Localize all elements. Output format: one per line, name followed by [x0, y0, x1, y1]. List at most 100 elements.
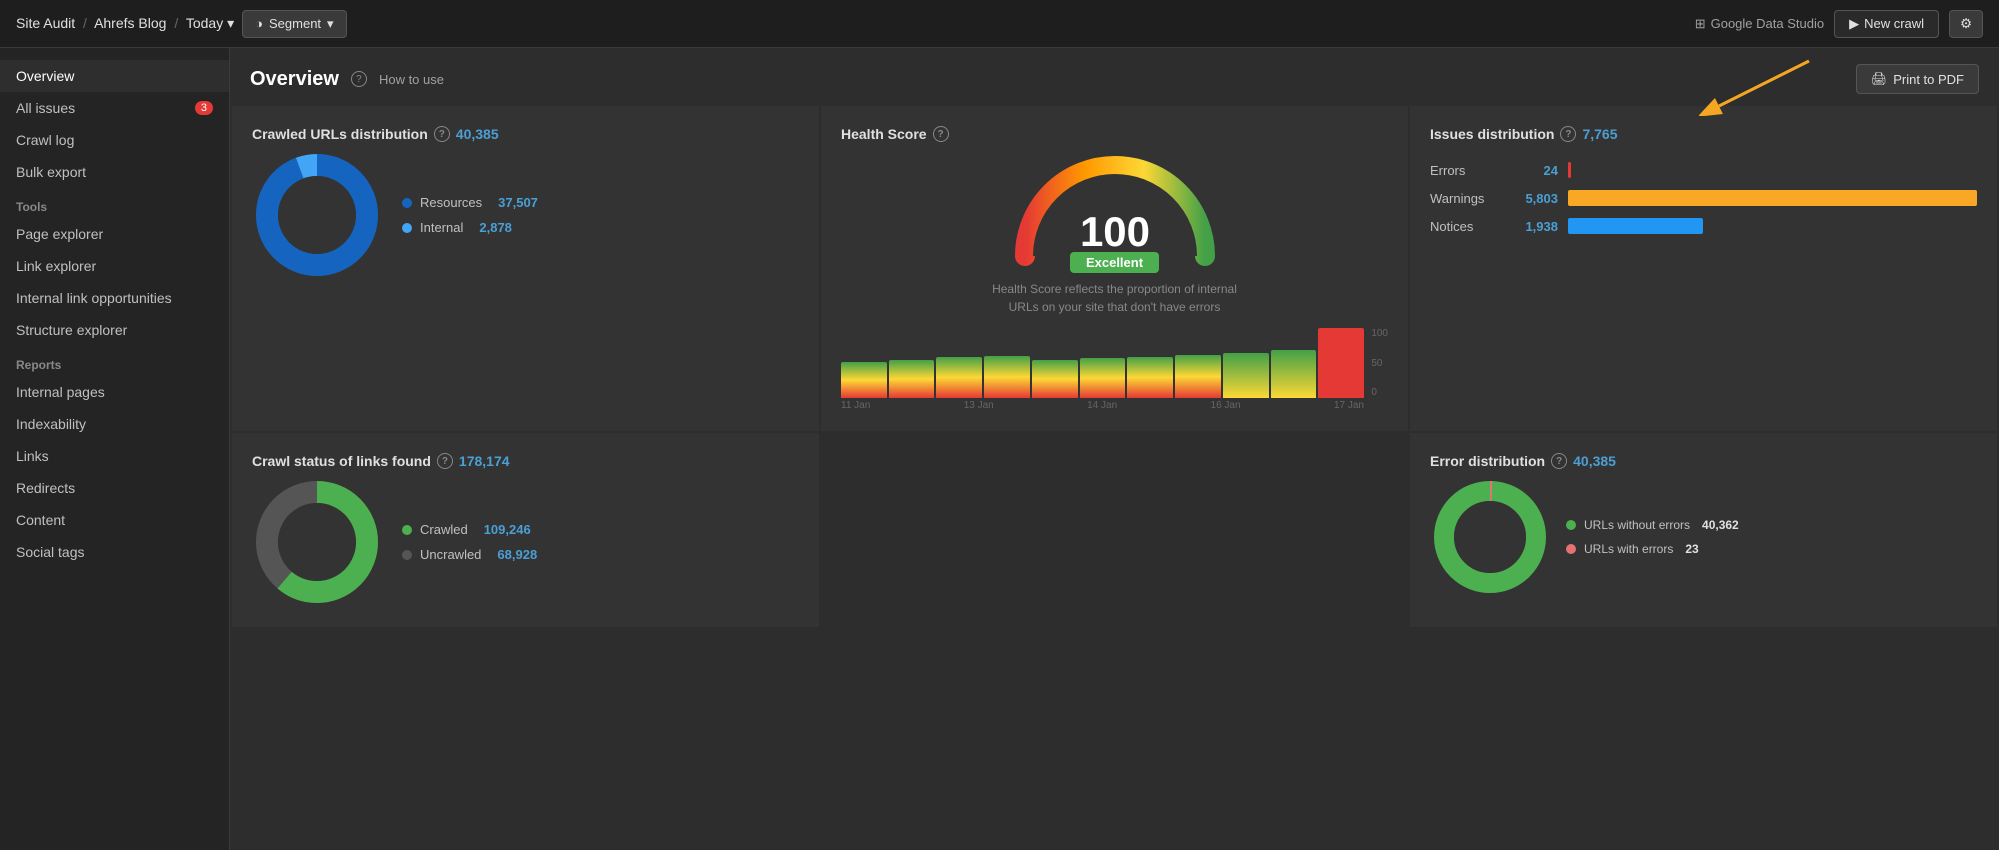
bar-2	[889, 360, 935, 399]
crawl-status-title: Crawl status of links found ? 178,174	[252, 453, 799, 469]
sidebar-item-all-issues[interactable]: All issues 3	[0, 92, 229, 124]
crawled-urls-donut	[252, 150, 382, 280]
sidebar-item-bulk-export[interactable]: Bulk export	[0, 156, 229, 188]
google-data-studio-button[interactable]: ⊞ Google Data Studio	[1695, 16, 1824, 32]
sidebar-item-structure-explorer[interactable]: Structure explorer	[0, 314, 229, 346]
warnings-bar-container	[1568, 190, 1977, 206]
title-info-icon[interactable]: ?	[351, 71, 367, 87]
sidebar-item-indexability[interactable]: Indexability	[0, 408, 229, 440]
crawl-status-info-icon[interactable]: ?	[437, 453, 453, 469]
main-layout: Overview All issues 3 Crawl log Bulk exp…	[0, 48, 1999, 850]
no-errors-dot	[1566, 520, 1576, 530]
sidebar: Overview All issues 3 Crawl log Bulk exp…	[0, 48, 230, 850]
sidebar-item-link-explorer[interactable]: Link explorer	[0, 250, 229, 282]
health-excellent-badge: Excellent	[1070, 252, 1159, 273]
crawl-status-legend: Crawled 109,246 Uncrawled 68,928	[402, 522, 537, 562]
svg-text:100: 100	[1079, 208, 1149, 255]
print-icon: 🖨	[1871, 71, 1888, 87]
error-distribution-title: Error distribution ? 40,385	[1430, 453, 1977, 469]
error-distribution-donut	[1430, 477, 1550, 597]
bar-10	[1271, 350, 1317, 398]
breadcrumb: Site Audit / Ahrefs Blog / Today ▾	[16, 15, 234, 32]
top-bar-right: ⊞ Google Data Studio ▶ New crawl ⚙	[1695, 10, 1983, 38]
sidebar-item-crawl-log[interactable]: Crawl log	[0, 124, 229, 156]
empty-middle-card	[821, 433, 1408, 627]
crawl-status-card: Crawl status of links found ? 178,174	[232, 433, 819, 627]
sidebar-item-social-tags[interactable]: Social tags	[0, 536, 229, 568]
bar-7	[1127, 357, 1173, 398]
bar-3	[936, 357, 982, 398]
crawled-urls-content: Resources 37,507 Internal 2,878	[252, 150, 799, 280]
page-title: Overview	[250, 68, 339, 91]
dropdown-arrow-icon: ▾	[327, 16, 334, 32]
health-score-content: 100 Excellent Health Score reflects the …	[841, 146, 1388, 411]
main-content: Overview ? How to use 🖨 Print to PDF Cra…	[230, 48, 1999, 850]
crawled-urls-info-icon[interactable]: ?	[434, 126, 450, 142]
reports-section-label: Reports	[0, 346, 229, 376]
sidebar-item-overview[interactable]: Overview	[0, 60, 229, 92]
health-score-info-icon[interactable]: ?	[933, 126, 949, 142]
settings-button[interactable]: ⚙	[1949, 10, 1983, 38]
health-mini-chart: 100 50 0	[841, 328, 1388, 398]
uncrawled-dot	[402, 550, 412, 560]
sidebar-item-redirects[interactable]: Redirects	[0, 472, 229, 504]
crawled-dot	[402, 525, 412, 535]
issues-errors-row: Errors 24	[1430, 162, 1977, 178]
legend-uncrawled: Uncrawled 68,928	[402, 547, 537, 562]
bar-6	[1080, 358, 1126, 398]
issues-distribution-title: Issues distribution ? 7,765	[1430, 126, 1977, 142]
warnings-bar	[1568, 190, 1977, 206]
error-distribution-card: Error distribution ? 40,385	[1410, 433, 1997, 627]
with-errors-item: URLs with errors 23	[1566, 542, 1739, 556]
sidebar-item-internal-pages[interactable]: Internal pages	[0, 376, 229, 408]
error-distribution-legend: URLs without errors 40,362 URLs with err…	[1566, 518, 1739, 556]
bar-4	[984, 356, 1030, 398]
bar-8	[1175, 355, 1221, 398]
health-description: Health Score reflects the proportion of …	[992, 280, 1237, 316]
error-distribution-content: URLs without errors 40,362 URLs with err…	[1430, 477, 1977, 597]
health-chart-container: 100 50 0 11 Jan 13 Jan 14 Jan 16 Jan 17 …	[841, 328, 1388, 411]
legend-crawled: Crawled 109,246	[402, 522, 537, 537]
issues-notices-row: Notices 1,938	[1430, 218, 1977, 234]
top-bar-left: Site Audit / Ahrefs Blog / Today ▾ ◑ Seg…	[16, 10, 347, 38]
play-icon: ▶	[1849, 16, 1859, 32]
print-to-pdf-button[interactable]: 🖨 Print to PDF	[1856, 64, 1979, 94]
internal-dot	[402, 223, 412, 233]
sidebar-item-content[interactable]: Content	[0, 504, 229, 536]
issues-distribution-card: Issues distribution ? 7,765 Errors 24 Wa…	[1410, 106, 1997, 431]
resources-dot	[402, 198, 412, 208]
crawled-urls-legend: Resources 37,507 Internal 2,878	[402, 195, 538, 235]
new-crawl-button[interactable]: ▶ New crawl	[1834, 10, 1939, 38]
sidebar-item-page-explorer[interactable]: Page explorer	[0, 218, 229, 250]
top-bar: Site Audit / Ahrefs Blog / Today ▾ ◑ Seg…	[0, 0, 1999, 48]
sidebar-item-internal-link-opportunities[interactable]: Internal link opportunities	[0, 282, 229, 314]
error-dist-info-icon[interactable]: ?	[1551, 453, 1567, 469]
grid-icon: ⊞	[1695, 16, 1706, 32]
health-score-title: Health Score ?	[841, 126, 1388, 142]
crawl-status-donut	[252, 477, 382, 607]
bar-9	[1223, 353, 1269, 399]
chart-x-labels: 11 Jan 13 Jan 14 Jan 16 Jan 17 Jan	[841, 400, 1388, 411]
health-gauge: 100	[1015, 146, 1215, 266]
chart-y-labels: 100 50 0	[1371, 328, 1388, 398]
header-left: Overview ? How to use	[250, 68, 444, 91]
issues-rows: Errors 24 Warnings 5,803 N	[1430, 162, 1977, 234]
notices-bar	[1568, 218, 1703, 234]
how-to-use-link[interactable]: How to use	[379, 72, 444, 87]
errors-bar-container	[1568, 162, 1977, 178]
issues-info-icon[interactable]: ?	[1560, 126, 1576, 142]
settings-icon: ⚙	[1960, 16, 1972, 31]
legend-resources: Resources 37,507	[402, 195, 538, 210]
notices-bar-container	[1568, 218, 1977, 234]
segment-button[interactable]: ◑ Segment ▾	[242, 10, 346, 38]
crawled-urls-title: Crawled URLs distribution ? 40,385	[252, 126, 799, 142]
crawled-urls-card: Crawled URLs distribution ? 40,385	[232, 106, 819, 431]
segment-icon: ◑	[255, 16, 263, 31]
all-issues-badge: 3	[195, 101, 213, 115]
sidebar-item-links[interactable]: Links	[0, 440, 229, 472]
no-errors-item: URLs without errors 40,362	[1566, 518, 1739, 532]
health-score-card: Health Score ?	[821, 106, 1408, 431]
crawl-status-content: Crawled 109,246 Uncrawled 68,928	[252, 477, 799, 607]
bar-5	[1032, 360, 1078, 398]
tools-section-label: Tools	[0, 188, 229, 218]
